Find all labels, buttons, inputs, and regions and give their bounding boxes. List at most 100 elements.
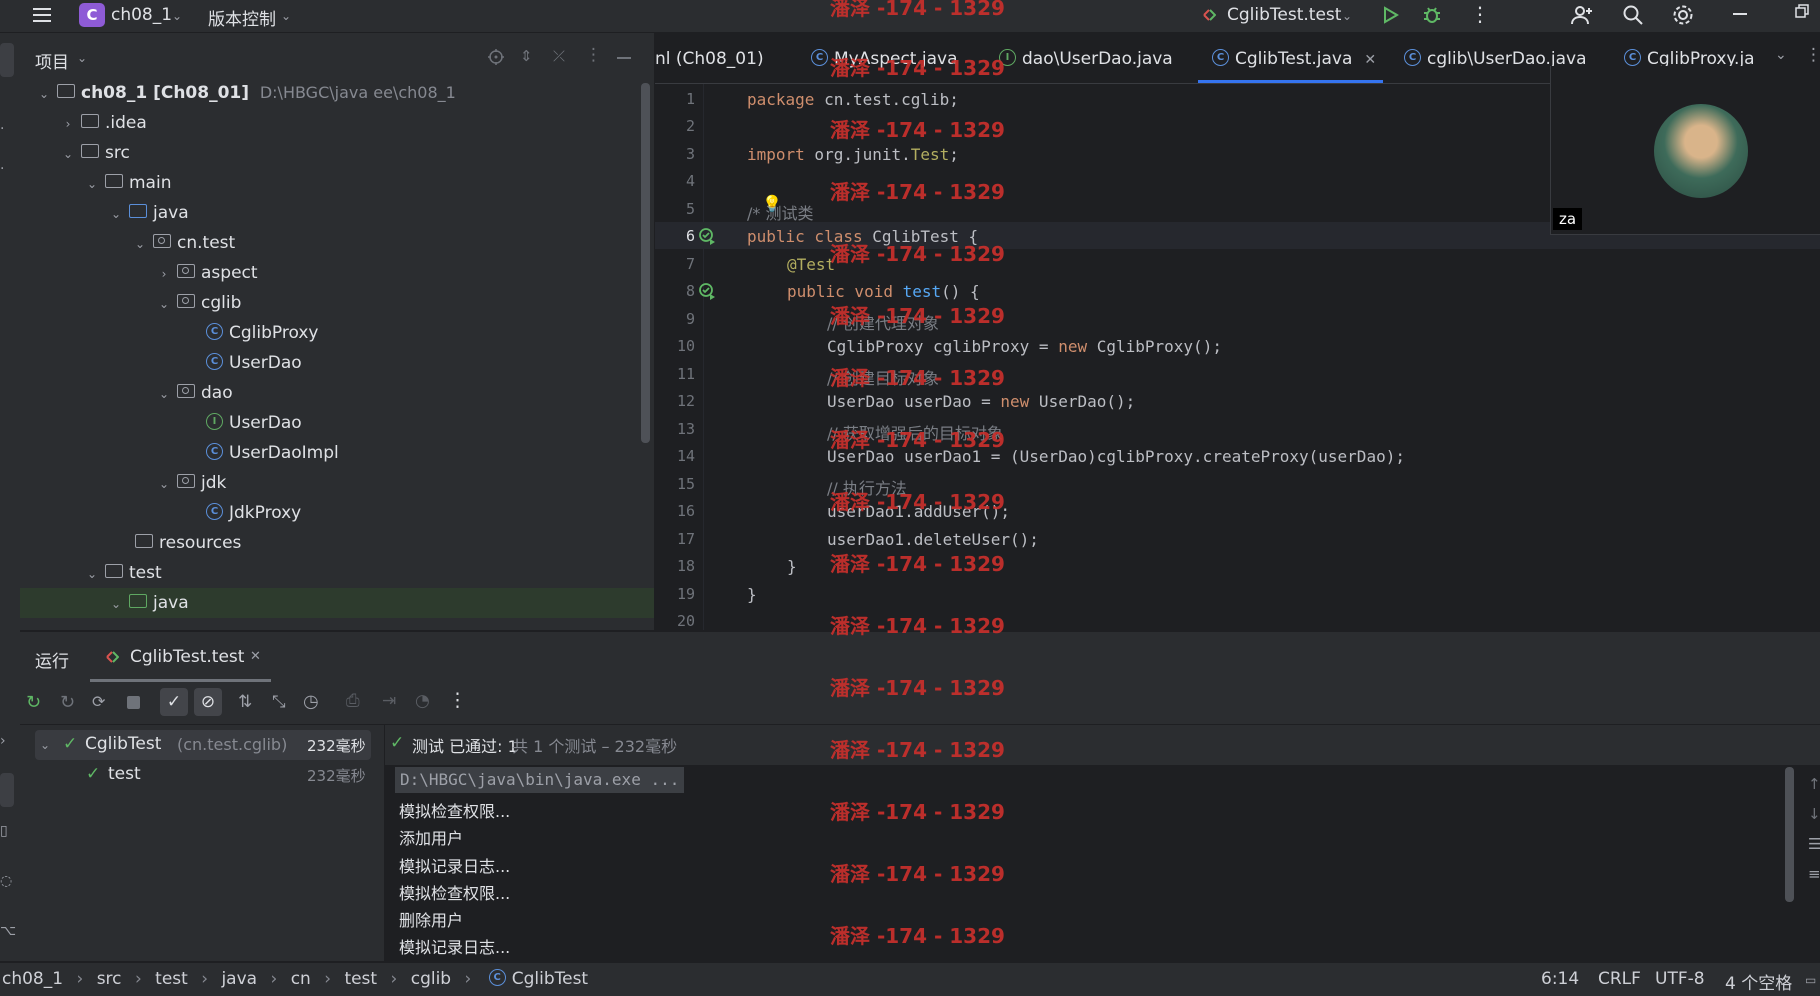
project-badge[interactable]: C: [79, 3, 105, 27]
locate-file-icon[interactable]: [487, 48, 505, 66]
scrollbar[interactable]: [641, 83, 650, 443]
breadcrumb-item[interactable]: src: [97, 969, 122, 989]
options-menu-icon[interactable]: ⋮: [585, 45, 602, 65]
show-ignored-icon[interactable]: ⊘: [194, 688, 222, 716]
chevron-down-icon[interactable]: ⌄: [155, 379, 173, 409]
commit-tool-icon[interactable]: ·: [0, 121, 4, 137]
tree-item-aspect[interactable]: › aspect: [155, 258, 258, 288]
breadcrumb-item[interactable]: test: [155, 969, 188, 989]
test-class-name[interactable]: CglibTest: [85, 734, 161, 754]
console-output[interactable]: ✓ 测试 已通过: 1 共 1 个测试 – 232毫秒 D:\HBGC\java…: [385, 725, 1820, 961]
run-icon[interactable]: [1380, 5, 1400, 25]
scroll-up-icon[interactable]: ↑: [1808, 775, 1820, 793]
structure-tool-icon[interactable]: ·: [0, 161, 4, 177]
tab-ch08-01[interactable]: nl (Ch08_01): [655, 33, 764, 83]
tree-item-cglib[interactable]: ⌄ cglib: [155, 288, 241, 318]
add-user-icon[interactable]: [1570, 4, 1594, 26]
search-icon[interactable]: [1622, 4, 1644, 26]
toggle-auto-test-icon[interactable]: ⟳: [92, 692, 105, 711]
main-menu-icon[interactable]: [30, 4, 54, 26]
more-actions-icon[interactable]: ⋮: [1470, 2, 1490, 26]
collapse-all-icon[interactable]: ⤫: [553, 47, 565, 65]
sort-icon[interactable]: ⇅: [238, 692, 252, 712]
project-name[interactable]: ch08_1: [111, 5, 172, 25]
hide-panel-icon[interactable]: [617, 57, 631, 59]
soft-wrap-icon[interactable]: ☰: [1808, 835, 1820, 853]
tab-dao-userdao[interactable]: Idao\UserDao.java: [995, 33, 1173, 83]
chevron-down-icon[interactable]: ⌄: [83, 169, 101, 199]
coverage-icon[interactable]: ◔: [415, 691, 430, 711]
project-panel-title[interactable]: 项目: [35, 48, 69, 73]
import-icon[interactable]: ⇥: [382, 691, 396, 711]
tree-item-main[interactable]: ⌄ main: [83, 168, 172, 199]
console-command-line[interactable]: D:\HBGC\java\bin\java.exe ...: [395, 767, 685, 793]
indent-setting[interactable]: 4 个空格: [1725, 969, 1792, 994]
minimize-icon[interactable]: [1733, 13, 1747, 15]
breadcrumb-item[interactable]: test: [344, 969, 377, 989]
breadcrumb-item[interactable]: cglib: [411, 969, 451, 989]
caret-position[interactable]: 6:14: [1541, 969, 1579, 989]
breadcrumb-item[interactable]: cn: [291, 969, 311, 989]
run-tool-icon[interactable]: [0, 773, 14, 807]
tree-item-cn-test[interactable]: ⌄ cn.test: [131, 228, 235, 258]
rerun-failed-icon[interactable]: ↻: [60, 692, 75, 713]
chevron-down-icon[interactable]: ⌄: [35, 79, 53, 109]
breadcrumb-item[interactable]: java: [221, 969, 257, 989]
chevron-right-icon[interactable]: ›: [155, 259, 173, 289]
tree-item-test[interactable]: ⌄ test: [83, 558, 162, 588]
chevron-down-icon[interactable]: ⌄: [155, 469, 173, 499]
chevron-down-icon[interactable]: ⌄: [83, 559, 101, 589]
scroll-down-icon[interactable]: ↓: [1808, 805, 1820, 823]
tree-item-cglib-userdao[interactable]: C UserDao: [202, 348, 302, 378]
settings-gear-icon[interactable]: [1671, 3, 1695, 27]
chevron-down-icon[interactable]: ⌄: [107, 199, 125, 229]
chevron-down-icon[interactable]: ⌄: [40, 738, 50, 752]
tab-more-icon[interactable]: ⋮: [1805, 45, 1820, 65]
history-clock-icon[interactable]: ◷: [303, 691, 319, 712]
tree-item-dao-userdao[interactable]: I UserDao: [202, 408, 302, 438]
project-tool-icon[interactable]: [0, 43, 14, 77]
chevron-down-icon[interactable]: ⌄: [107, 589, 125, 619]
run-test-gutter-icon[interactable]: [698, 227, 716, 245]
more-actions-icon[interactable]: ⋮: [448, 689, 467, 711]
tree-item-test-java[interactable]: ⌄ java: [20, 588, 654, 618]
debug-icon[interactable]: [1421, 4, 1443, 26]
tree-item-project-root[interactable]: ⌄ ch08_1 [Ch08_01] D:\HBGC\java ee\ch08_1: [35, 78, 456, 108]
tree-item-dao[interactable]: ⌄ dao: [155, 378, 233, 408]
tree-item-jdk[interactable]: ⌄ jdk: [155, 468, 226, 498]
show-passed-icon[interactable]: ✓: [160, 688, 188, 716]
rerun-icon[interactable]: ↻: [26, 692, 41, 713]
test-method-name[interactable]: test: [108, 764, 141, 784]
scroll-to-end-icon[interactable]: ≡: [1808, 865, 1820, 883]
run-tab[interactable]: CglibTest.test: [90, 632, 271, 682]
stop-icon[interactable]: [127, 696, 140, 709]
vcs-menu[interactable]: 版本控制: [208, 5, 276, 30]
lightbulb-icon[interactable]: 💡: [762, 194, 782, 213]
tree-item-resources[interactable]: resources: [131, 528, 241, 558]
problems-tool-icon[interactable]: ◌: [0, 873, 12, 889]
tree-item-main-java[interactable]: ⌄ java: [107, 198, 189, 228]
services-tool-icon[interactable]: ›: [0, 733, 6, 749]
tab-list-chevron-icon[interactable]: ⌄: [1775, 47, 1787, 63]
git-tool-icon[interactable]: ⌥: [0, 923, 16, 939]
chevron-down-icon[interactable]: ⌄: [77, 51, 87, 65]
chevron-down-icon[interactable]: ⌄: [59, 139, 77, 169]
chevron-down-icon[interactable]: ⌄: [131, 229, 149, 259]
line-separator[interactable]: CRLF: [1598, 969, 1641, 989]
notifications-icon[interactable]: ▭: [1805, 973, 1816, 987]
collapse-icon[interactable]: ⤡: [272, 692, 286, 712]
close-tab-icon[interactable]: ✕: [1364, 52, 1376, 68]
chevron-right-icon[interactable]: ›: [59, 109, 77, 139]
run-test-gutter-icon[interactable]: [698, 282, 716, 300]
tree-item-userdaoimpl[interactable]: C UserDaoImpl: [202, 438, 339, 468]
close-run-tab-icon[interactable]: ✕: [250, 649, 261, 664]
tree-item-src[interactable]: ⌄ src: [59, 138, 130, 168]
tab-myaspect[interactable]: C MyAspect.java: [807, 33, 958, 83]
terminal-tool-icon[interactable]: ▯: [0, 823, 8, 839]
tree-item-cglibproxy[interactable]: C CglibProxy: [202, 318, 318, 348]
restore-window-icon[interactable]: [1795, 4, 1809, 18]
file-encoding[interactable]: UTF-8: [1655, 969, 1705, 989]
camera-icon[interactable]: ⎙: [346, 691, 360, 711]
breadcrumb-item[interactable]: CglibTest: [512, 969, 588, 989]
breadcrumb-item[interactable]: ch08_1: [2, 969, 63, 989]
